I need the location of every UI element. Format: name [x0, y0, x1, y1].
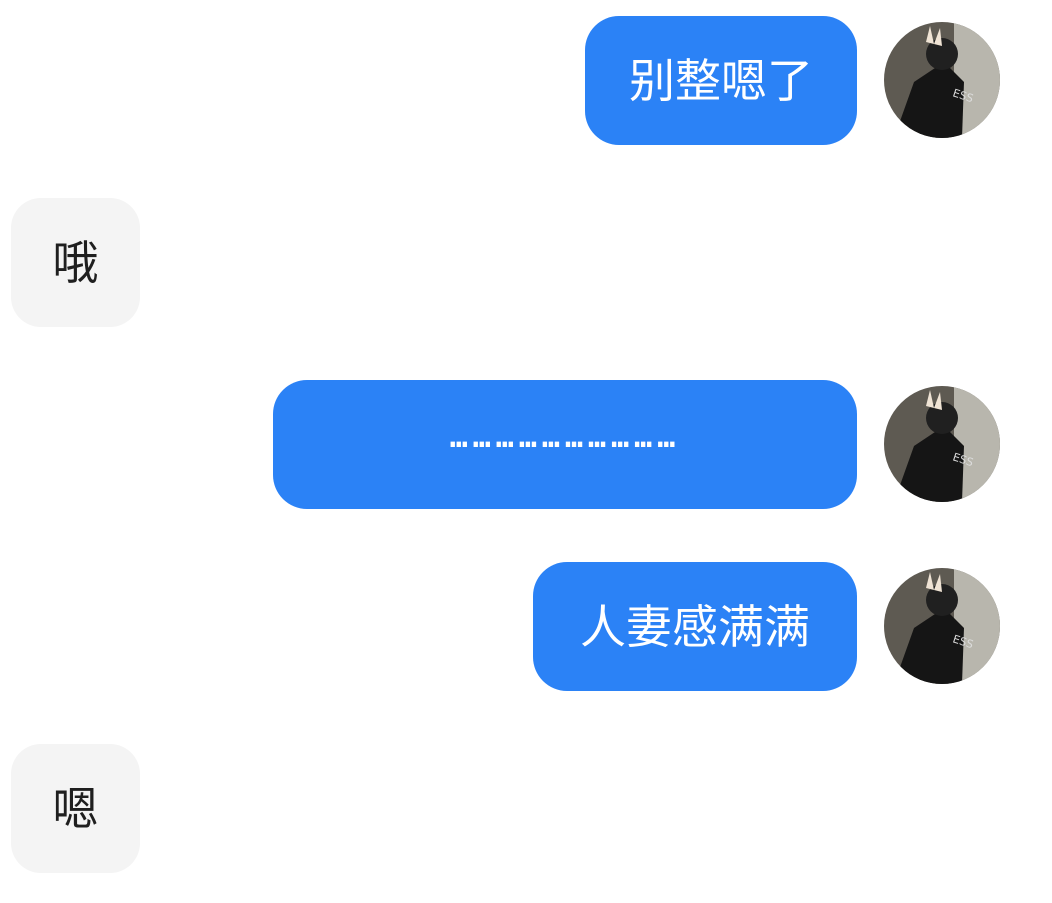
user-photo-avatar[interactable]: ESS [884, 386, 1000, 502]
sent-message-bubble[interactable]: 别整嗯了 [585, 16, 857, 145]
user-photo-avatar[interactable]: ESS [884, 568, 1000, 684]
received-message-bubble[interactable]: 嗯 [11, 744, 140, 873]
sent-message-bubble[interactable]: ………………………… [273, 380, 857, 509]
avatar-photo-icon: ESS [884, 568, 1000, 684]
received-message-bubble[interactable]: 哦 [11, 198, 140, 327]
sent-message-bubble[interactable]: 人妻感满满 [533, 562, 857, 691]
user-photo-avatar[interactable]: ESS [884, 22, 1000, 138]
avatar-photo-icon: ESS [884, 22, 1000, 138]
avatar-photo-icon: ESS [884, 386, 1000, 502]
